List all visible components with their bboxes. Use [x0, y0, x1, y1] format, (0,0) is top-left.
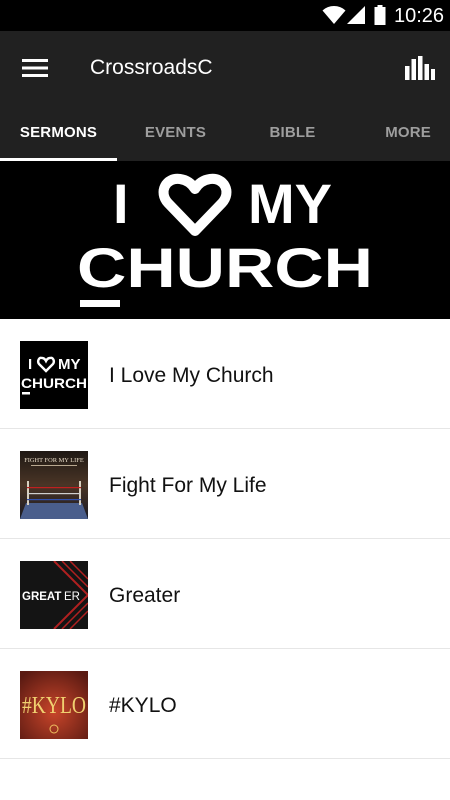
stats-button[interactable] — [398, 47, 442, 89]
banner-text-church: CHURCH — [77, 236, 373, 299]
svg-text:I: I — [28, 356, 32, 373]
bar-chart-icon — [405, 56, 435, 80]
sermon-thumbnail: #KYLO — [20, 671, 88, 739]
list-item[interactable]: I MY CHURCH I Love My Church — [0, 319, 450, 429]
status-clock: 10:26 — [394, 5, 445, 27]
menu-button[interactable] — [14, 47, 56, 89]
banner-artwork: I MY CHURCH — [77, 172, 373, 307]
tab-more[interactable]: MORE — [351, 104, 450, 161]
svg-text:#KYLO: #KYLO — [22, 693, 86, 719]
sermon-list: I MY CHURCH I Love My Church FIGHT FOR M… — [0, 319, 450, 759]
tab-bible[interactable]: BIBLE — [234, 104, 351, 161]
svg-text:GREAT: GREAT — [22, 591, 61, 603]
wifi-icon — [322, 6, 346, 24]
banner-text-i: I — [113, 172, 129, 235]
svg-text:CHURCH: CHURCH — [21, 375, 87, 391]
list-item[interactable]: #KYLO #KYLO — [0, 649, 450, 759]
list-item[interactable]: GREAT ER Greater — [0, 539, 450, 649]
sermon-title: #KYLO — [109, 694, 177, 717]
svg-text:ER: ER — [64, 591, 80, 603]
tab-bar: SERMONS EVENTS BIBLE MORE — [0, 104, 450, 161]
banner-text-my: MY — [248, 172, 332, 235]
sermon-title: Fight For My Life — [109, 474, 267, 497]
tab-events[interactable]: EVENTS — [117, 104, 234, 161]
featured-series-banner[interactable]: I MY CHURCH — [0, 161, 450, 319]
hamburger-menu-icon — [22, 59, 48, 77]
banner-underline — [80, 300, 120, 307]
sermon-title: I Love My Church — [109, 364, 274, 387]
status-bar: 10:26 — [0, 0, 450, 31]
list-item[interactable]: FIGHT FOR MY LIFE Fight For My Life — [0, 429, 450, 539]
sermon-thumbnail: GREAT ER — [20, 561, 88, 629]
battery-icon — [374, 5, 386, 25]
app-title: CrossroadsC — [90, 56, 213, 79]
sermon-thumbnail: I MY CHURCH — [20, 341, 88, 409]
heart-outline-icon — [158, 173, 232, 236]
cellular-signal-icon — [347, 6, 365, 24]
tab-sermons[interactable]: SERMONS — [0, 104, 117, 161]
svg-text:MY: MY — [58, 356, 81, 373]
sermon-title: Greater — [109, 584, 181, 607]
app-bar: CrossroadsC — [0, 31, 450, 104]
sermon-thumbnail: FIGHT FOR MY LIFE — [20, 451, 88, 519]
svg-text:FIGHT FOR MY LIFE: FIGHT FOR MY LIFE — [24, 457, 84, 464]
